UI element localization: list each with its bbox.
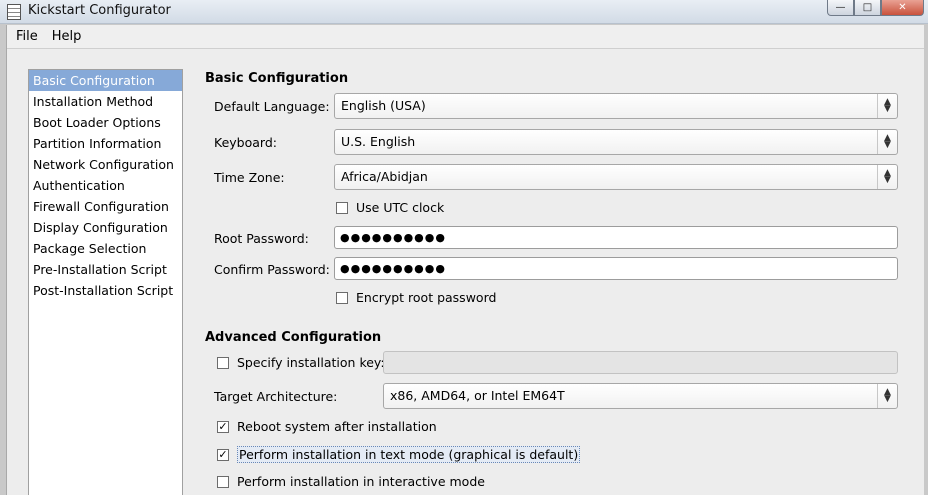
checkbox-box[interactable] (336, 201, 348, 214)
check-icon[interactable]: ✓ (217, 448, 229, 461)
nav-item-installation-method[interactable]: Installation Method (29, 91, 182, 112)
nav-item-package-selection[interactable]: Package Selection (29, 238, 182, 259)
target-architecture-value: x86, AMD64, or Intel EM64T (390, 388, 565, 403)
checkbox-box[interactable] (336, 291, 348, 304)
app-icon (7, 4, 21, 20)
root-password-input[interactable]: ●●●●●●●●●● (334, 226, 898, 249)
close-button[interactable]: ✕ (881, 0, 924, 16)
root-password-label: Root Password: (214, 231, 309, 246)
interactive-mode-install-checkbox[interactable]: Perform installation in interactive mode (217, 474, 485, 489)
updown-arrow-icon: ▲ ▼ (877, 130, 897, 154)
updown-arrow-icon: ▲ ▼ (877, 165, 897, 189)
nav-item-pre-installation-script[interactable]: Pre-Installation Script (29, 259, 182, 280)
reboot-after-install-label: Reboot system after installation (237, 419, 437, 434)
text-mode-install-checkbox[interactable]: ✓ Perform installation in text mode (gra… (217, 446, 581, 463)
nav-item-basic-configuration[interactable]: Basic Configuration (29, 70, 182, 91)
updown-arrow-icon: ▲ ▼ (877, 384, 897, 408)
maximize-button[interactable]: □ (854, 0, 881, 16)
reboot-after-install-checkbox[interactable]: ✓ Reboot system after installation (217, 419, 437, 434)
installation-key-label: Specify installation key: (237, 355, 385, 370)
time-zone-value: Africa/Abidjan (341, 169, 428, 184)
section-nav-list: Basic Configuration Installation Method … (28, 69, 183, 495)
basic-configuration-panel: Basic Configuration Default Language: En… (203, 69, 903, 495)
utc-clock-checkbox[interactable]: Use UTC clock (336, 200, 444, 215)
keyboard-select[interactable]: U.S. English ▲ ▼ (334, 129, 898, 155)
advanced-configuration-heading: Advanced Configuration (205, 330, 382, 345)
checkbox-box[interactable] (217, 475, 229, 488)
title-bar[interactable]: Kickstart Configurator — □ ✕ (0, 0, 928, 24)
text-mode-install-label: Perform installation in text mode (graph… (237, 446, 581, 463)
installation-key-input[interactable] (383, 351, 898, 374)
menu-file[interactable]: File (9, 29, 45, 44)
interactive-mode-install-label: Perform installation in interactive mode (237, 474, 485, 489)
nav-item-partition-information[interactable]: Partition Information (29, 133, 182, 154)
time-zone-select[interactable]: Africa/Abidjan ▲ ▼ (334, 164, 898, 190)
check-icon[interactable]: ✓ (217, 420, 229, 433)
confirm-password-label: Confirm Password: (214, 262, 330, 277)
updown-arrow-icon: ▲ ▼ (877, 94, 897, 118)
target-architecture-select[interactable]: x86, AMD64, or Intel EM64T ▲ ▼ (383, 383, 898, 409)
nav-item-firewall-configuration[interactable]: Firewall Configuration (29, 196, 182, 217)
nav-item-network-configuration[interactable]: Network Configuration (29, 154, 182, 175)
menu-bar: File Help (7, 25, 924, 49)
time-zone-label: Time Zone: (214, 170, 285, 185)
installation-key-checkbox[interactable]: Specify installation key: (217, 355, 385, 370)
window-title: Kickstart Configurator (28, 3, 171, 18)
window-client: File Help Basic Configuration Installati… (6, 25, 924, 495)
utc-clock-label: Use UTC clock (356, 200, 445, 215)
default-language-select[interactable]: English (USA) ▲ ▼ (334, 93, 898, 119)
nav-item-display-configuration[interactable]: Display Configuration (29, 217, 182, 238)
menu-help[interactable]: Help (45, 29, 89, 44)
encrypt-root-password-label: Encrypt root password (356, 290, 497, 305)
nav-item-authentication[interactable]: Authentication (29, 175, 182, 196)
window-controls: — □ ✕ (827, 0, 924, 16)
confirm-password-input[interactable]: ●●●●●●●●●● (334, 257, 898, 280)
basic-configuration-heading: Basic Configuration (205, 71, 349, 86)
nav-item-boot-loader-options[interactable]: Boot Loader Options (29, 112, 182, 133)
default-language-label: Default Language: (214, 99, 330, 114)
keyboard-value: U.S. English (341, 134, 416, 149)
encrypt-root-password-checkbox[interactable]: Encrypt root password (336, 290, 496, 305)
keyboard-label: Keyboard: (214, 135, 277, 150)
default-language-value: English (USA) (341, 98, 426, 113)
nav-item-post-installation-script[interactable]: Post-Installation Script (29, 280, 182, 301)
minimize-button[interactable]: — (827, 0, 854, 16)
checkbox-box[interactable] (217, 356, 229, 369)
target-architecture-label: Target Architecture: (214, 389, 338, 404)
